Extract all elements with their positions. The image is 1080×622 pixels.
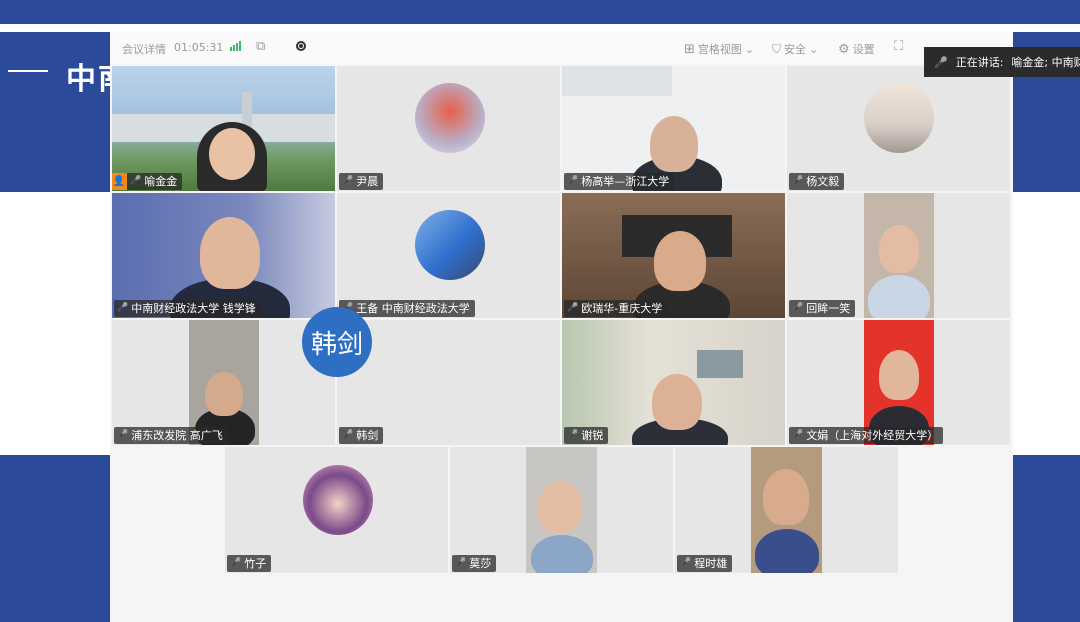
participant-name: 莫莎 [469, 557, 492, 570]
chevron-down-icon: ⌄ [744, 42, 755, 56]
participant-tile[interactable]: 🎤 回眸一笑 [787, 193, 1010, 318]
host-icon: 👤 [112, 173, 127, 190]
security-label: 安全 [784, 43, 807, 56]
participant-name: 中南财经政法大学 钱学锋 [131, 302, 256, 315]
participant-name: 程时雄 [694, 557, 728, 570]
microphone-muted-icon: 🎤 [792, 303, 804, 313]
participant-nametag: 🎤 杨文毅 [789, 173, 845, 190]
microphone-muted-icon: 🎤 [455, 558, 467, 568]
participant-avatar [415, 210, 485, 280]
participant-tile[interactable]: 🎤 谢锐 [562, 320, 785, 445]
participant-nametag: 🎤 谢锐 [564, 427, 609, 444]
microphone-muted-icon: 🎤 [680, 558, 692, 568]
participant-tile[interactable]: 👤 🎤 喻金金 [112, 66, 335, 191]
network-signal-icon[interactable] [230, 41, 241, 51]
microphone-icon: 🎤 [567, 176, 579, 186]
participant-tile[interactable]: 🎤 欧瑞华-重庆大学 [562, 193, 785, 318]
participant-name: 王备 中南财经政法大学 [356, 302, 470, 315]
record-icon[interactable] [296, 41, 306, 51]
participant-nametag: 🎤 文娟（上海对外经贸大学） [789, 427, 944, 444]
microphone-muted-icon: 🎤 [230, 558, 242, 568]
microphone-muted-icon: 🎤 [117, 430, 129, 440]
share-link-icon[interactable]: ⧉ [256, 39, 265, 54]
participant-name: 欧瑞华-重庆大学 [581, 302, 663, 315]
fullscreen-icon[interactable]: ⛶ [894, 39, 903, 54]
microphone-muted-icon: 🎤 [342, 176, 354, 186]
microphone-icon: 🎤 [567, 303, 579, 313]
participant-tile[interactable]: 🎤 文娟（上海对外经贸大学） [787, 320, 1010, 445]
speaking-indicator: 🎤 正在讲话: 喻金金; 中南财 [924, 47, 1080, 77]
participant-tile[interactable]: 🎤 竹子 [225, 447, 448, 573]
participant-tile[interactable]: 🎤王备 中南财经政法大学 [337, 193, 560, 318]
participant-name: 喻金金 [144, 175, 178, 188]
participant-video [751, 447, 822, 573]
participant-avatar [864, 83, 934, 153]
microphone-icon: 🎤 [130, 176, 142, 186]
participant-nametag: 🎤 浦东改发院 高广飞 [114, 427, 228, 444]
participant-video [864, 193, 934, 318]
meeting-duration: 01:05:31 [174, 41, 224, 54]
participant-name: 尹晨 [356, 175, 379, 188]
participant-name: 杨文毅 [806, 175, 840, 188]
participant-nametag: 🎤 中南财经政法大学 钱学锋 [114, 300, 261, 317]
background-bottom-left [0, 455, 110, 622]
participant-nametag: 🎤 莫莎 [452, 555, 497, 572]
speaking-label: 正在讲话: [955, 56, 1004, 69]
banner-divider [8, 70, 48, 72]
microphone-muted-icon: 🎤 [792, 176, 804, 186]
microphone-muted-icon: 🎤 [342, 430, 354, 440]
participant-name: 竹子 [244, 557, 267, 570]
background-top-bar [0, 0, 1080, 24]
participant-nametag: 🎤 欧瑞华-重庆大学 [564, 300, 668, 317]
microphone-icon: 🎤 [117, 303, 129, 313]
meeting-details-button[interactable]: 会议详情 [122, 41, 166, 57]
participant-name: 杨高举—浙江大学 [581, 175, 670, 188]
microphone-icon: 🎤 [934, 55, 948, 69]
participant-avatar-initials: 韩剑 [302, 307, 372, 377]
participant-avatar [303, 465, 373, 535]
participant-nametag: 👤 🎤 喻金金 [112, 173, 183, 190]
grid-icon: ⊞ [684, 41, 695, 57]
participant-nametag: 🎤 韩剑 [339, 427, 384, 444]
participant-video [526, 447, 597, 573]
chevron-down-icon: ⌄ [809, 42, 819, 56]
meeting-toolbar: 会议详情 01:05:31 ⧉ ⊞ 宫格视图 ⌄ ⛉ 安全 ⌄ ⚙ 设置 ⛶ [110, 32, 1013, 64]
participant-nametag: 🎤 杨高举—浙江大学 [564, 173, 675, 190]
settings-label: 设置 [852, 43, 875, 56]
participant-nametag: 🎤 尹晨 [339, 173, 384, 190]
gear-icon: ⚙ [838, 41, 850, 57]
participant-tile[interactable]: 🎤 杨文毅 [787, 66, 1010, 191]
grid-view-button[interactable]: ⊞ 宫格视图 ⌄ [684, 41, 754, 57]
participant-nametag: 🎤 程时雄 [677, 555, 733, 572]
security-button[interactable]: ⛉ 安全 ⌄ [772, 41, 818, 57]
participant-name: 韩剑 [356, 429, 379, 442]
participant-name: 回眸一笑 [806, 302, 851, 315]
participant-tile[interactable]: 🎤 程时雄 [675, 447, 898, 573]
participant-nametag: 🎤 回眸一笑 [789, 300, 856, 317]
participant-tile[interactable]: 🎤 中南财经政法大学 钱学锋 [112, 193, 335, 318]
participant-tile[interactable]: 🎤 莫莎 [450, 447, 673, 573]
speaking-names: 喻金金; 中南财 [1011, 56, 1080, 69]
meeting-window: 会议详情 01:05:31 ⧉ ⊞ 宫格视图 ⌄ ⛉ 安全 ⌄ ⚙ 设置 ⛶ 👤 🎤 喻金金 … [110, 32, 1013, 622]
participant-avatar [415, 83, 485, 153]
participant-name: 浦东改发院 高广飞 [131, 429, 223, 442]
microphone-icon: 🎤 [792, 430, 804, 440]
background-bottom-right [1013, 455, 1080, 622]
participant-tile[interactable]: 🎤 杨高举—浙江大学 [562, 66, 785, 191]
grid-view-label: 宫格视图 [697, 43, 742, 56]
shield-icon: ⛉ [772, 41, 782, 56]
participant-name: 谢锐 [581, 429, 604, 442]
participant-name: 文娟（上海对外经贸大学） [806, 429, 939, 442]
banner-title: 中南 [66, 62, 110, 97]
participant-tile[interactable]: 🎤 尹晨 [337, 66, 560, 191]
participant-nametag: 🎤 竹子 [227, 555, 272, 572]
microphone-muted-icon: 🎤 [567, 430, 579, 440]
settings-button[interactable]: ⚙ 设置 [838, 41, 875, 57]
